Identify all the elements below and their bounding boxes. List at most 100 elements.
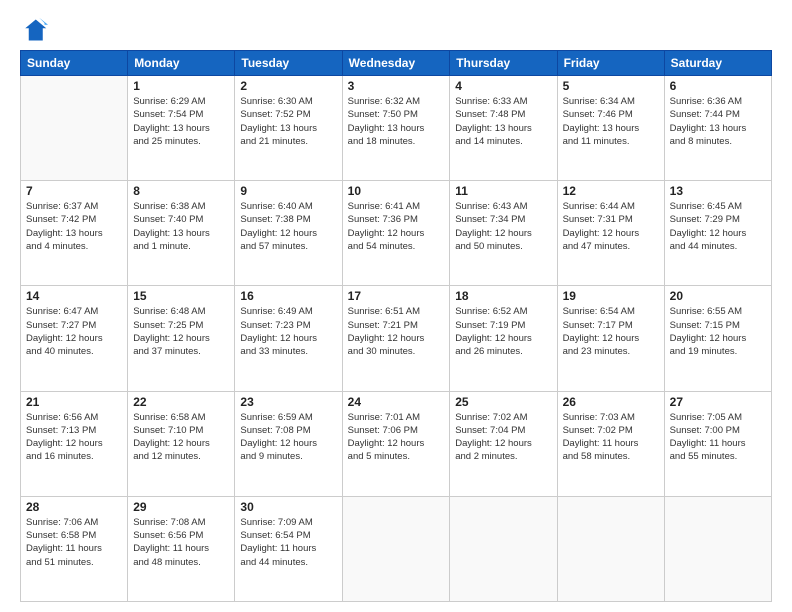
calendar-cell (21, 76, 128, 181)
day-info: Sunrise: 6:32 AM Sunset: 7:50 PM Dayligh… (348, 95, 445, 148)
calendar-cell: 16 Sunrise: 6:49 AM Sunset: 7:23 PM Dayli… (235, 286, 342, 391)
calendar-week-3: 21 Sunrise: 6:56 AM Sunset: 7:13 PM Dayli… (21, 391, 772, 496)
day-info: Sunrise: 6:45 AM Sunset: 7:29 PM Dayligh… (670, 200, 766, 253)
day-info: Sunrise: 6:34 AM Sunset: 7:46 PM Dayligh… (563, 95, 659, 148)
calendar-cell: 15Sunrise: 6:48 AM Sunset: 7:25 PM Dayli… (128, 286, 235, 391)
day-number: 30 (240, 500, 336, 514)
day-number: 2 (240, 79, 336, 93)
day-number: 25 (455, 395, 551, 409)
day-number: 1 (133, 79, 229, 93)
day-info: Sunrise: 6:36 AM Sunset: 7:44 PM Dayligh… (670, 95, 766, 148)
day-info: Sunrise: 6:51 AM Sunset: 7:21 PM Dayligh… (348, 305, 445, 358)
day-info: Sunrise: 7:03 AM Sunset: 7:02 PM Dayligh… (563, 411, 659, 464)
calendar-cell: 17 Sunrise: 6:51 AM Sunset: 7:21 PM Dayli… (342, 286, 450, 391)
day-info: Sunrise: 6:59 AM Sunset: 7:08 PM Dayligh… (240, 411, 336, 464)
day-info: Sunrise: 6:56 AM Sunset: 7:13 PM Dayligh… (26, 411, 122, 464)
calendar-cell: 20 Sunrise: 6:55 AM Sunset: 7:15 PM Dayli… (664, 286, 771, 391)
day-number: 23 (240, 395, 336, 409)
day-info: Sunrise: 6:44 AM Sunset: 7:31 PM Dayligh… (563, 200, 659, 253)
header (20, 16, 772, 44)
logo-icon (20, 16, 48, 44)
day-info: Sunrise: 6:49 AM Sunset: 7:23 PM Dayligh… (240, 305, 336, 358)
calendar-cell: 21 Sunrise: 6:56 AM Sunset: 7:13 PM Dayli… (21, 391, 128, 496)
day-number: 13 (670, 184, 766, 198)
calendar-cell: 9 Sunrise: 6:40 AM Sunset: 7:38 PM Daylig… (235, 181, 342, 286)
day-info: Sunrise: 6:58 AM Sunset: 7:10 PM Dayligh… (133, 411, 229, 464)
calendar-cell: 13 Sunrise: 6:45 AM Sunset: 7:29 PM Dayli… (664, 181, 771, 286)
calendar-cell: 24Sunrise: 7:01 AM Sunset: 7:06 PM Dayli… (342, 391, 450, 496)
day-info: Sunrise: 7:02 AM Sunset: 7:04 PM Dayligh… (455, 411, 551, 464)
day-header-wednesday: Wednesday (342, 51, 450, 76)
calendar-table: SundayMondayTuesdayWednesdayThursdayFrid… (20, 50, 772, 602)
day-number: 3 (348, 79, 445, 93)
day-number: 21 (26, 395, 122, 409)
day-info: Sunrise: 6:52 AM Sunset: 7:19 PM Dayligh… (455, 305, 551, 358)
day-number: 22 (133, 395, 229, 409)
day-number: 24 (348, 395, 445, 409)
day-info: Sunrise: 6:41 AM Sunset: 7:36 PM Dayligh… (348, 200, 445, 253)
calendar-cell: 10 Sunrise: 6:41 AM Sunset: 7:36 PM Dayli… (342, 181, 450, 286)
day-number: 18 (455, 289, 551, 303)
day-number: 9 (240, 184, 336, 198)
day-number: 14 (26, 289, 122, 303)
calendar-cell: 22 Sunrise: 6:58 AM Sunset: 7:10 PM Dayli… (128, 391, 235, 496)
day-header-friday: Friday (557, 51, 664, 76)
calendar-week-1: 7 Sunrise: 6:37 AM Sunset: 7:42 PM Daylig… (21, 181, 772, 286)
day-number: 20 (670, 289, 766, 303)
calendar-header-row: SundayMondayTuesdayWednesdayThursdayFrid… (21, 51, 772, 76)
day-info: Sunrise: 6:37 AM Sunset: 7:42 PM Dayligh… (26, 200, 122, 253)
calendar-cell (450, 496, 557, 601)
calendar-cell: 25 Sunrise: 7:02 AM Sunset: 7:04 PM Dayli… (450, 391, 557, 496)
calendar-cell (342, 496, 450, 601)
calendar-cell: 28 Sunrise: 7:06 AM Sunset: 6:58 PM Dayli… (21, 496, 128, 601)
calendar-cell: 2 Sunrise: 6:30 AM Sunset: 7:52 PM Daylig… (235, 76, 342, 181)
day-info: Sunrise: 6:30 AM Sunset: 7:52 PM Dayligh… (240, 95, 336, 148)
day-info: Sunrise: 6:54 AM Sunset: 7:17 PM Dayligh… (563, 305, 659, 358)
day-info: Sunrise: 6:38 AM Sunset: 7:40 PM Dayligh… (133, 200, 229, 253)
day-number: 10 (348, 184, 445, 198)
calendar-cell: 8 Sunrise: 6:38 AM Sunset: 7:40 PM Daylig… (128, 181, 235, 286)
calendar-cell: 29Sunrise: 7:08 AM Sunset: 6:56 PM Dayli… (128, 496, 235, 601)
calendar-cell: 4 Sunrise: 6:33 AM Sunset: 7:48 PM Daylig… (450, 76, 557, 181)
calendar-cell: 23 Sunrise: 6:59 AM Sunset: 7:08 PM Dayli… (235, 391, 342, 496)
calendar-cell: 6Sunrise: 6:36 AM Sunset: 7:44 PM Daylig… (664, 76, 771, 181)
day-info: Sunrise: 6:33 AM Sunset: 7:48 PM Dayligh… (455, 95, 551, 148)
day-number: 16 (240, 289, 336, 303)
day-number: 4 (455, 79, 551, 93)
calendar-cell: 3 Sunrise: 6:32 AM Sunset: 7:50 PM Daylig… (342, 76, 450, 181)
day-number: 5 (563, 79, 659, 93)
calendar-cell: 18 Sunrise: 6:52 AM Sunset: 7:19 PM Dayli… (450, 286, 557, 391)
day-number: 12 (563, 184, 659, 198)
day-number: 8 (133, 184, 229, 198)
day-info: Sunrise: 6:55 AM Sunset: 7:15 PM Dayligh… (670, 305, 766, 358)
day-info: Sunrise: 6:48 AM Sunset: 7:25 PM Dayligh… (133, 305, 229, 358)
day-info: Sunrise: 6:29 AM Sunset: 7:54 PM Dayligh… (133, 95, 229, 148)
calendar-cell: 12 Sunrise: 6:44 AM Sunset: 7:31 PM Dayli… (557, 181, 664, 286)
calendar-cell: 14 Sunrise: 6:47 AM Sunset: 7:27 PM Dayli… (21, 286, 128, 391)
day-header-saturday: Saturday (664, 51, 771, 76)
day-number: 26 (563, 395, 659, 409)
day-info: Sunrise: 6:40 AM Sunset: 7:38 PM Dayligh… (240, 200, 336, 253)
day-info: Sunrise: 6:47 AM Sunset: 7:27 PM Dayligh… (26, 305, 122, 358)
calendar-cell (664, 496, 771, 601)
day-info: Sunrise: 7:05 AM Sunset: 7:00 PM Dayligh… (670, 411, 766, 464)
day-header-thursday: Thursday (450, 51, 557, 76)
calendar-cell: 30Sunrise: 7:09 AM Sunset: 6:54 PM Dayli… (235, 496, 342, 601)
day-info: Sunrise: 7:06 AM Sunset: 6:58 PM Dayligh… (26, 516, 122, 569)
calendar-cell: 1 Sunrise: 6:29 AM Sunset: 7:54 PM Daylig… (128, 76, 235, 181)
day-number: 7 (26, 184, 122, 198)
calendar-cell: 11Sunrise: 6:43 AM Sunset: 7:34 PM Dayli… (450, 181, 557, 286)
logo (20, 16, 50, 44)
day-number: 17 (348, 289, 445, 303)
day-header-monday: Monday (128, 51, 235, 76)
day-number: 19 (563, 289, 659, 303)
calendar-week-0: 1 Sunrise: 6:29 AM Sunset: 7:54 PM Daylig… (21, 76, 772, 181)
calendar-cell: 19 Sunrise: 6:54 AM Sunset: 7:17 PM Dayli… (557, 286, 664, 391)
day-number: 11 (455, 184, 551, 198)
calendar-week-2: 14 Sunrise: 6:47 AM Sunset: 7:27 PM Dayli… (21, 286, 772, 391)
day-number: 28 (26, 500, 122, 514)
day-number: 27 (670, 395, 766, 409)
calendar-cell (557, 496, 664, 601)
calendar-cell: 27 Sunrise: 7:05 AM Sunset: 7:00 PM Dayli… (664, 391, 771, 496)
day-info: Sunrise: 7:08 AM Sunset: 6:56 PM Dayligh… (133, 516, 229, 569)
